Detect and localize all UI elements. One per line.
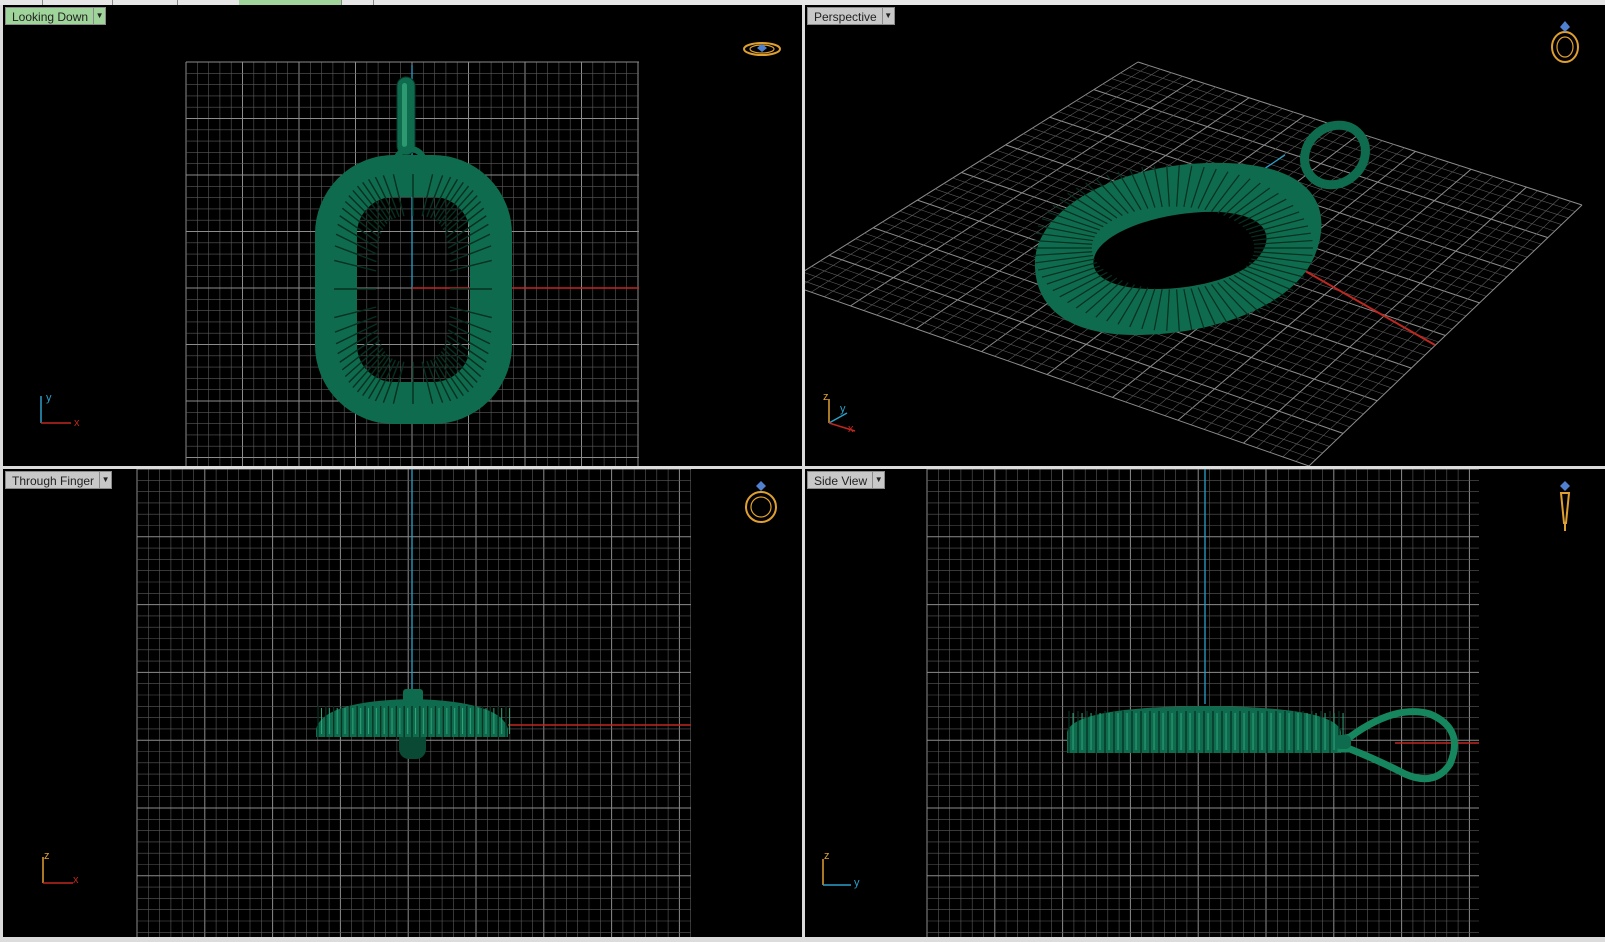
status-bar	[0, 937, 1605, 942]
viewport-title: Side View	[807, 471, 873, 489]
ring-gizmo-icon[interactable]	[741, 37, 783, 64]
viewport-label-side-view[interactable]: Side View ▼	[807, 471, 886, 489]
pendant-front-view	[316, 689, 511, 759]
scene-looking-down	[185, 61, 639, 466]
ring-gizmo-icon[interactable]	[741, 479, 781, 530]
chevron-down-icon[interactable]: ▼	[881, 7, 895, 25]
axis-label-x: x	[73, 874, 79, 886]
grid	[926, 469, 1479, 937]
chevron-down-icon[interactable]: ▼	[93, 7, 107, 25]
chevron-down-icon[interactable]: ▼	[872, 471, 886, 489]
scene-side-view	[926, 469, 1479, 937]
grid-line	[1282, 197, 1561, 458]
axis-label-z: z	[823, 391, 829, 403]
viewport-side-view[interactable]: Side View ▼ z y	[805, 469, 1605, 937]
viewport-label-through-finger[interactable]: Through Finger ▼	[5, 471, 113, 489]
viewport-title: Perspective	[807, 7, 882, 25]
viewport-title: Looking Down	[5, 7, 94, 25]
grid-line	[1308, 204, 1583, 466]
grid-line	[1295, 201, 1572, 462]
axis-label-z: z	[824, 850, 830, 862]
axis-label-x: x	[74, 417, 80, 429]
axis-label-x: x	[848, 423, 854, 435]
viewport-through-finger[interactable]: Through Finger ▼ z x	[3, 469, 802, 937]
viewport-title: Through Finger	[5, 471, 100, 489]
axis-label-z: z	[44, 850, 50, 862]
ring-gizmo-icon[interactable]	[1553, 479, 1577, 540]
scene-through-finger	[136, 469, 692, 937]
viewport-looking-down[interactable]: Looking Down ▼ y x	[3, 5, 802, 466]
scene-perspective	[805, 61, 1583, 466]
axis-label-y: y	[840, 403, 846, 415]
viewport-perspective[interactable]: Perspective ▼ z y x	[805, 5, 1605, 466]
axis-label-y: y	[46, 392, 52, 404]
axis-label-y: y	[854, 877, 860, 889]
ring-gizmo-icon[interactable]	[1547, 19, 1583, 70]
chevron-down-icon[interactable]: ▼	[99, 471, 113, 489]
viewport-label-perspective[interactable]: Perspective ▼	[807, 7, 895, 25]
viewport-label-looking-down[interactable]: Looking Down ▼	[5, 7, 107, 25]
